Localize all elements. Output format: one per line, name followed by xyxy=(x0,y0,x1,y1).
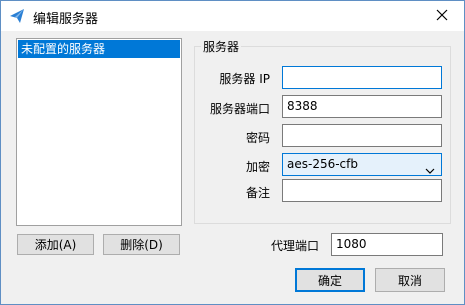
password-input[interactable] xyxy=(282,124,442,147)
remarks-label: 备注 xyxy=(245,186,270,200)
delete-button[interactable]: 删除(D) xyxy=(103,234,180,255)
server-list-item[interactable]: 未配置的服务器 xyxy=(18,40,180,58)
proxy-port-label: 代理端口 xyxy=(270,239,319,253)
encryption-value: aes-256-cfb xyxy=(287,157,358,171)
encryption-select[interactable]: aes-256-cfb xyxy=(282,153,442,176)
server-list[interactable]: 未配置的服务器 xyxy=(16,38,182,226)
close-icon xyxy=(436,9,448,24)
server-port-label: 服务器端口 xyxy=(209,102,270,116)
encryption-label: 加密 xyxy=(245,160,270,174)
server-ip-input[interactable] xyxy=(282,66,442,89)
close-button[interactable] xyxy=(420,1,464,31)
add-button[interactable]: 添加(A) xyxy=(17,234,94,255)
window-title: 编辑服务器 xyxy=(33,12,99,27)
edit-servers-window: 编辑服务器 未配置的服务器 添加(A) 删除(D) 服务器 服务器 IP 服务器… xyxy=(0,0,465,305)
password-label: 密码 xyxy=(245,131,270,145)
paper-plane-icon xyxy=(9,8,25,24)
remarks-input[interactable] xyxy=(282,179,442,202)
cancel-button[interactable]: 取消 xyxy=(375,268,445,292)
proxy-port-input[interactable]: 1080 xyxy=(331,233,443,256)
server-port-input[interactable]: 8388 xyxy=(282,95,442,118)
title-bar: 编辑服务器 xyxy=(1,1,464,31)
server-ip-label: 服务器 IP xyxy=(219,72,270,86)
ok-button[interactable]: 确定 xyxy=(295,268,365,292)
server-group-title: 服务器 xyxy=(201,38,242,55)
